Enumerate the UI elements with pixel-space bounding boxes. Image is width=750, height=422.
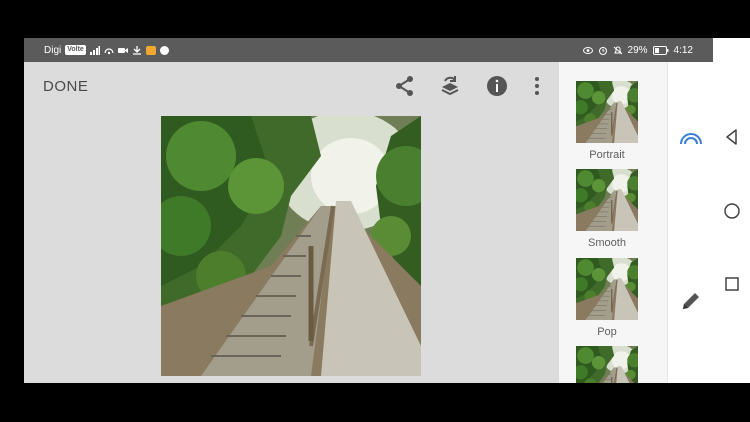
home-icon[interactable] bbox=[724, 203, 740, 219]
editor-canvas: DONE bbox=[24, 62, 559, 383]
carrier-name: Digi bbox=[44, 44, 62, 56]
edited-photo[interactable] bbox=[161, 116, 421, 376]
more-vert-icon[interactable] bbox=[525, 74, 549, 98]
look-item[interactable] bbox=[576, 346, 638, 383]
facebook-icon bbox=[159, 45, 169, 55]
looks-icon[interactable] bbox=[679, 130, 703, 146]
battery-percent: 29% bbox=[627, 44, 648, 56]
look-thumbnail bbox=[576, 258, 638, 320]
volte-badge: Volte bbox=[65, 45, 86, 55]
eye-icon bbox=[582, 46, 593, 54]
download-icon bbox=[132, 45, 141, 55]
app-notification-icon bbox=[145, 45, 156, 55]
status-bar: Digi Volte 29% 4:12 bbox=[24, 38, 713, 62]
look-item[interactable]: Smooth bbox=[576, 169, 638, 249]
clock: 4:12 bbox=[673, 44, 693, 56]
alarm-icon bbox=[598, 46, 607, 55]
looks-panel: Portrait Smooth Pop bbox=[559, 62, 667, 383]
look-item[interactable]: Pop bbox=[576, 258, 638, 338]
look-thumbnail bbox=[576, 81, 638, 143]
look-thumbnail bbox=[576, 169, 638, 231]
look-label: Smooth bbox=[588, 237, 626, 249]
share-icon[interactable] bbox=[393, 74, 417, 98]
done-button[interactable]: DONE bbox=[43, 78, 88, 95]
layers-icon[interactable] bbox=[438, 74, 462, 98]
hotspot-icon bbox=[104, 47, 114, 54]
look-item[interactable]: Portrait bbox=[576, 81, 638, 161]
edit-pencil-icon[interactable] bbox=[680, 290, 702, 312]
system-nav-bar bbox=[713, 38, 750, 383]
look-label: Pop bbox=[597, 326, 617, 338]
info-icon[interactable] bbox=[485, 74, 509, 98]
recents-icon[interactable] bbox=[724, 276, 740, 292]
video-icon bbox=[117, 47, 128, 53]
back-icon[interactable] bbox=[724, 129, 740, 145]
tool-rail bbox=[667, 62, 713, 383]
look-label: Portrait bbox=[589, 149, 625, 161]
look-thumbnail bbox=[576, 346, 638, 383]
mute-icon bbox=[613, 46, 622, 54]
battery-icon bbox=[652, 45, 669, 55]
phone-screen: Digi Volte 29% 4:12 DONE Portrait Smooth… bbox=[24, 38, 713, 383]
signal-icon bbox=[89, 45, 100, 55]
